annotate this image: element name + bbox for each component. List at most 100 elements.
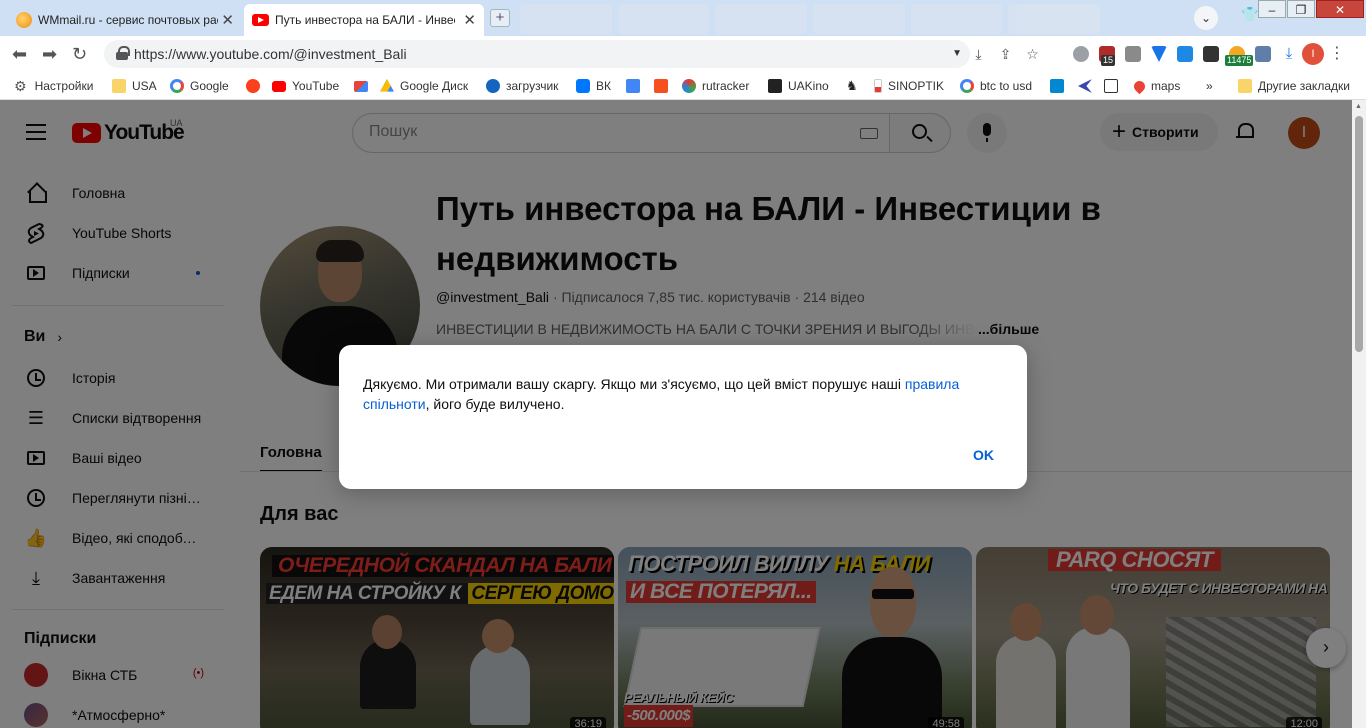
bookmark-chess[interactable]: ♞ [846, 78, 866, 94]
tab-strip: WMmail.ru - сервис почтовых рассылок ✕ П… [0, 0, 1366, 36]
bookmark-label: Google Диск [400, 79, 469, 93]
bookmark-label: ВК [596, 79, 611, 93]
puzzle-icon[interactable] [1255, 46, 1271, 62]
bookmarks-overflow-button[interactable]: » [1206, 78, 1213, 94]
red-extension-icon[interactable]: 15 [1099, 46, 1116, 66]
bookmark-usa[interactable]: USA [112, 78, 157, 94]
bookmark-label: Настройки [34, 79, 94, 93]
close-icon[interactable]: ✕ [221, 11, 234, 29]
close-icon[interactable]: ✕ [463, 11, 476, 29]
bookmark-label: rutracker [702, 79, 750, 93]
star-icon[interactable]: ☆ [1024, 46, 1041, 63]
install-icon[interactable]: ⤓ [970, 46, 987, 63]
chevron-down-icon[interactable]: ▼ [952, 48, 962, 59]
p-icon [1050, 79, 1064, 93]
forward-arrow-icon[interactable]: ➡ [42, 44, 57, 64]
url-text[interactable]: https://www.youtube.com/@investment_Bali [134, 46, 407, 62]
scroll-up-arrow-icon[interactable]: ▲ [1355, 103, 1362, 110]
tab-wmmail[interactable]: WMmail.ru - сервис почтовых рассылок ✕ [6, 4, 242, 36]
background-tab[interactable] [520, 4, 612, 34]
tab-youtube-channel[interactable]: Путь инвестора на БАЛИ - Инвестиции в не… [244, 4, 484, 36]
minimize-button[interactable]: – [1258, 0, 1286, 18]
bookmark-uakino[interactable]: UAKino [768, 78, 829, 94]
shirt-icon[interactable]: 👕 [1241, 6, 1258, 23]
maps-icon [1131, 78, 1148, 94]
new-tab-button[interactable]: + [490, 9, 510, 27]
infinity-icon [486, 79, 500, 93]
bookmark-translate[interactable] [626, 78, 646, 94]
bookmark-sinoptik[interactable]: SINOPTIK [874, 78, 944, 94]
extension-badge: 11475 [1225, 55, 1254, 66]
vk-icon [576, 79, 590, 93]
bookmark-label: SINOPTIK [888, 79, 945, 93]
bookmark-google[interactable]: Google [170, 78, 229, 94]
google-icon [960, 79, 974, 93]
bookmark-label: USA [132, 79, 157, 93]
bc-icon [1104, 79, 1118, 93]
reload-icon[interactable]: ↻ [72, 44, 87, 64]
bookmark-label: Другие закладки [1258, 79, 1350, 93]
background-tab[interactable] [813, 4, 905, 34]
briefcase-extension-icon[interactable] [1125, 46, 1141, 62]
bookmarks-bar: ⚙ Настройки USA Google YouTube Google Ди… [0, 72, 1366, 100]
background-tab[interactable] [1008, 4, 1101, 34]
bookmark-yandex[interactable] [246, 78, 266, 94]
background-tab[interactable] [715, 4, 808, 34]
gmail-icon [354, 80, 368, 92]
back-arrow-icon[interactable]: ⬅ [12, 44, 27, 64]
bookmark-label: UAKino [788, 79, 829, 93]
lock-icon[interactable] [116, 46, 130, 60]
bookmark-maps[interactable]: maps [1131, 78, 1181, 94]
close-window-button[interactable]: ✕ [1316, 0, 1364, 18]
youtube-page: YouTube UA + Створити I Го [0, 100, 1366, 728]
background-tab[interactable] [910, 4, 1003, 34]
address-bar[interactable]: https://www.youtube.com/@investment_Bali… [104, 40, 970, 68]
bitcoin-extension-icon[interactable]: 11475 [1225, 46, 1254, 66]
gear-icon: ⚙ [14, 77, 27, 94]
report-confirmation-dialog: Дякуємо. Ми отримали вашу скаргу. Якщо м… [339, 345, 1027, 489]
share-icon[interactable]: ⇪ [997, 46, 1014, 63]
page-scrollbar[interactable]: ▲ [1352, 100, 1366, 728]
bookmark-google-drive[interactable]: Google Диск [380, 78, 468, 94]
uakino-icon [768, 79, 782, 93]
extensions-bar: 15 11475 ⤓ I ⋮ [1068, 41, 1350, 67]
globe-extension-icon[interactable] [1073, 46, 1089, 62]
folder-icon [112, 79, 126, 93]
kebab-menu-icon[interactable]: ⋮ [1329, 46, 1345, 62]
browser-profile-avatar[interactable]: I [1302, 43, 1324, 65]
bookmark-other[interactable]: Другие закладки [1238, 78, 1350, 94]
tab-title: Путь инвестора на БАЛИ - Инвестиции в не… [275, 13, 455, 27]
bookmark-youtube[interactable]: YouTube [272, 78, 339, 94]
bookmark-label: загрузчик [506, 79, 559, 93]
background-tab[interactable] [617, 4, 710, 34]
bookmark-label: btc to usd [980, 79, 1033, 93]
downloads-icon[interactable]: ⤓ [1281, 46, 1297, 62]
youtube-favicon-icon [252, 14, 269, 26]
yandex-icon [246, 79, 260, 93]
bookmark-vk[interactable]: ВК [576, 78, 611, 94]
v-extension-icon[interactable] [1151, 46, 1167, 62]
bookmark-p[interactable] [1050, 78, 1070, 94]
rutracker-icon [682, 79, 696, 93]
bookmark-downloader[interactable]: загрузчик [486, 78, 558, 94]
bookmark-label: maps [1151, 79, 1181, 93]
ok-button[interactable]: OK [973, 447, 994, 463]
download-extension-icon[interactable] [1177, 46, 1193, 62]
bookmark-arrow[interactable] [1078, 78, 1098, 94]
bookmark-bc[interactable] [1104, 78, 1124, 94]
bookmark-btc-to-usd[interactable]: btc to usd [960, 78, 1032, 94]
drive-icon [380, 79, 394, 92]
tab-search-button[interactable]: ⌄ [1194, 6, 1218, 30]
bookmark-gmail[interactable] [354, 78, 374, 94]
bookmark-label: Google [190, 79, 229, 93]
dialog-message: Дякуємо. Ми отримали вашу скаргу. Якщо м… [363, 374, 983, 414]
bookmark-f[interactable] [654, 78, 674, 94]
maximize-button[interactable]: ❐ [1287, 0, 1315, 18]
bookmark-rutracker[interactable]: rutracker [682, 78, 749, 94]
extension-badge: 15 [1101, 55, 1116, 66]
terminal-extension-icon[interactable] [1203, 46, 1219, 62]
bookmark-settings[interactable]: ⚙ Настройки [14, 78, 93, 94]
bookmark-label: YouTube [292, 79, 340, 93]
omnibox-actions: ⤓ ⇪ ☆ [970, 40, 1041, 68]
scrollbar-thumb[interactable] [1355, 116, 1363, 352]
